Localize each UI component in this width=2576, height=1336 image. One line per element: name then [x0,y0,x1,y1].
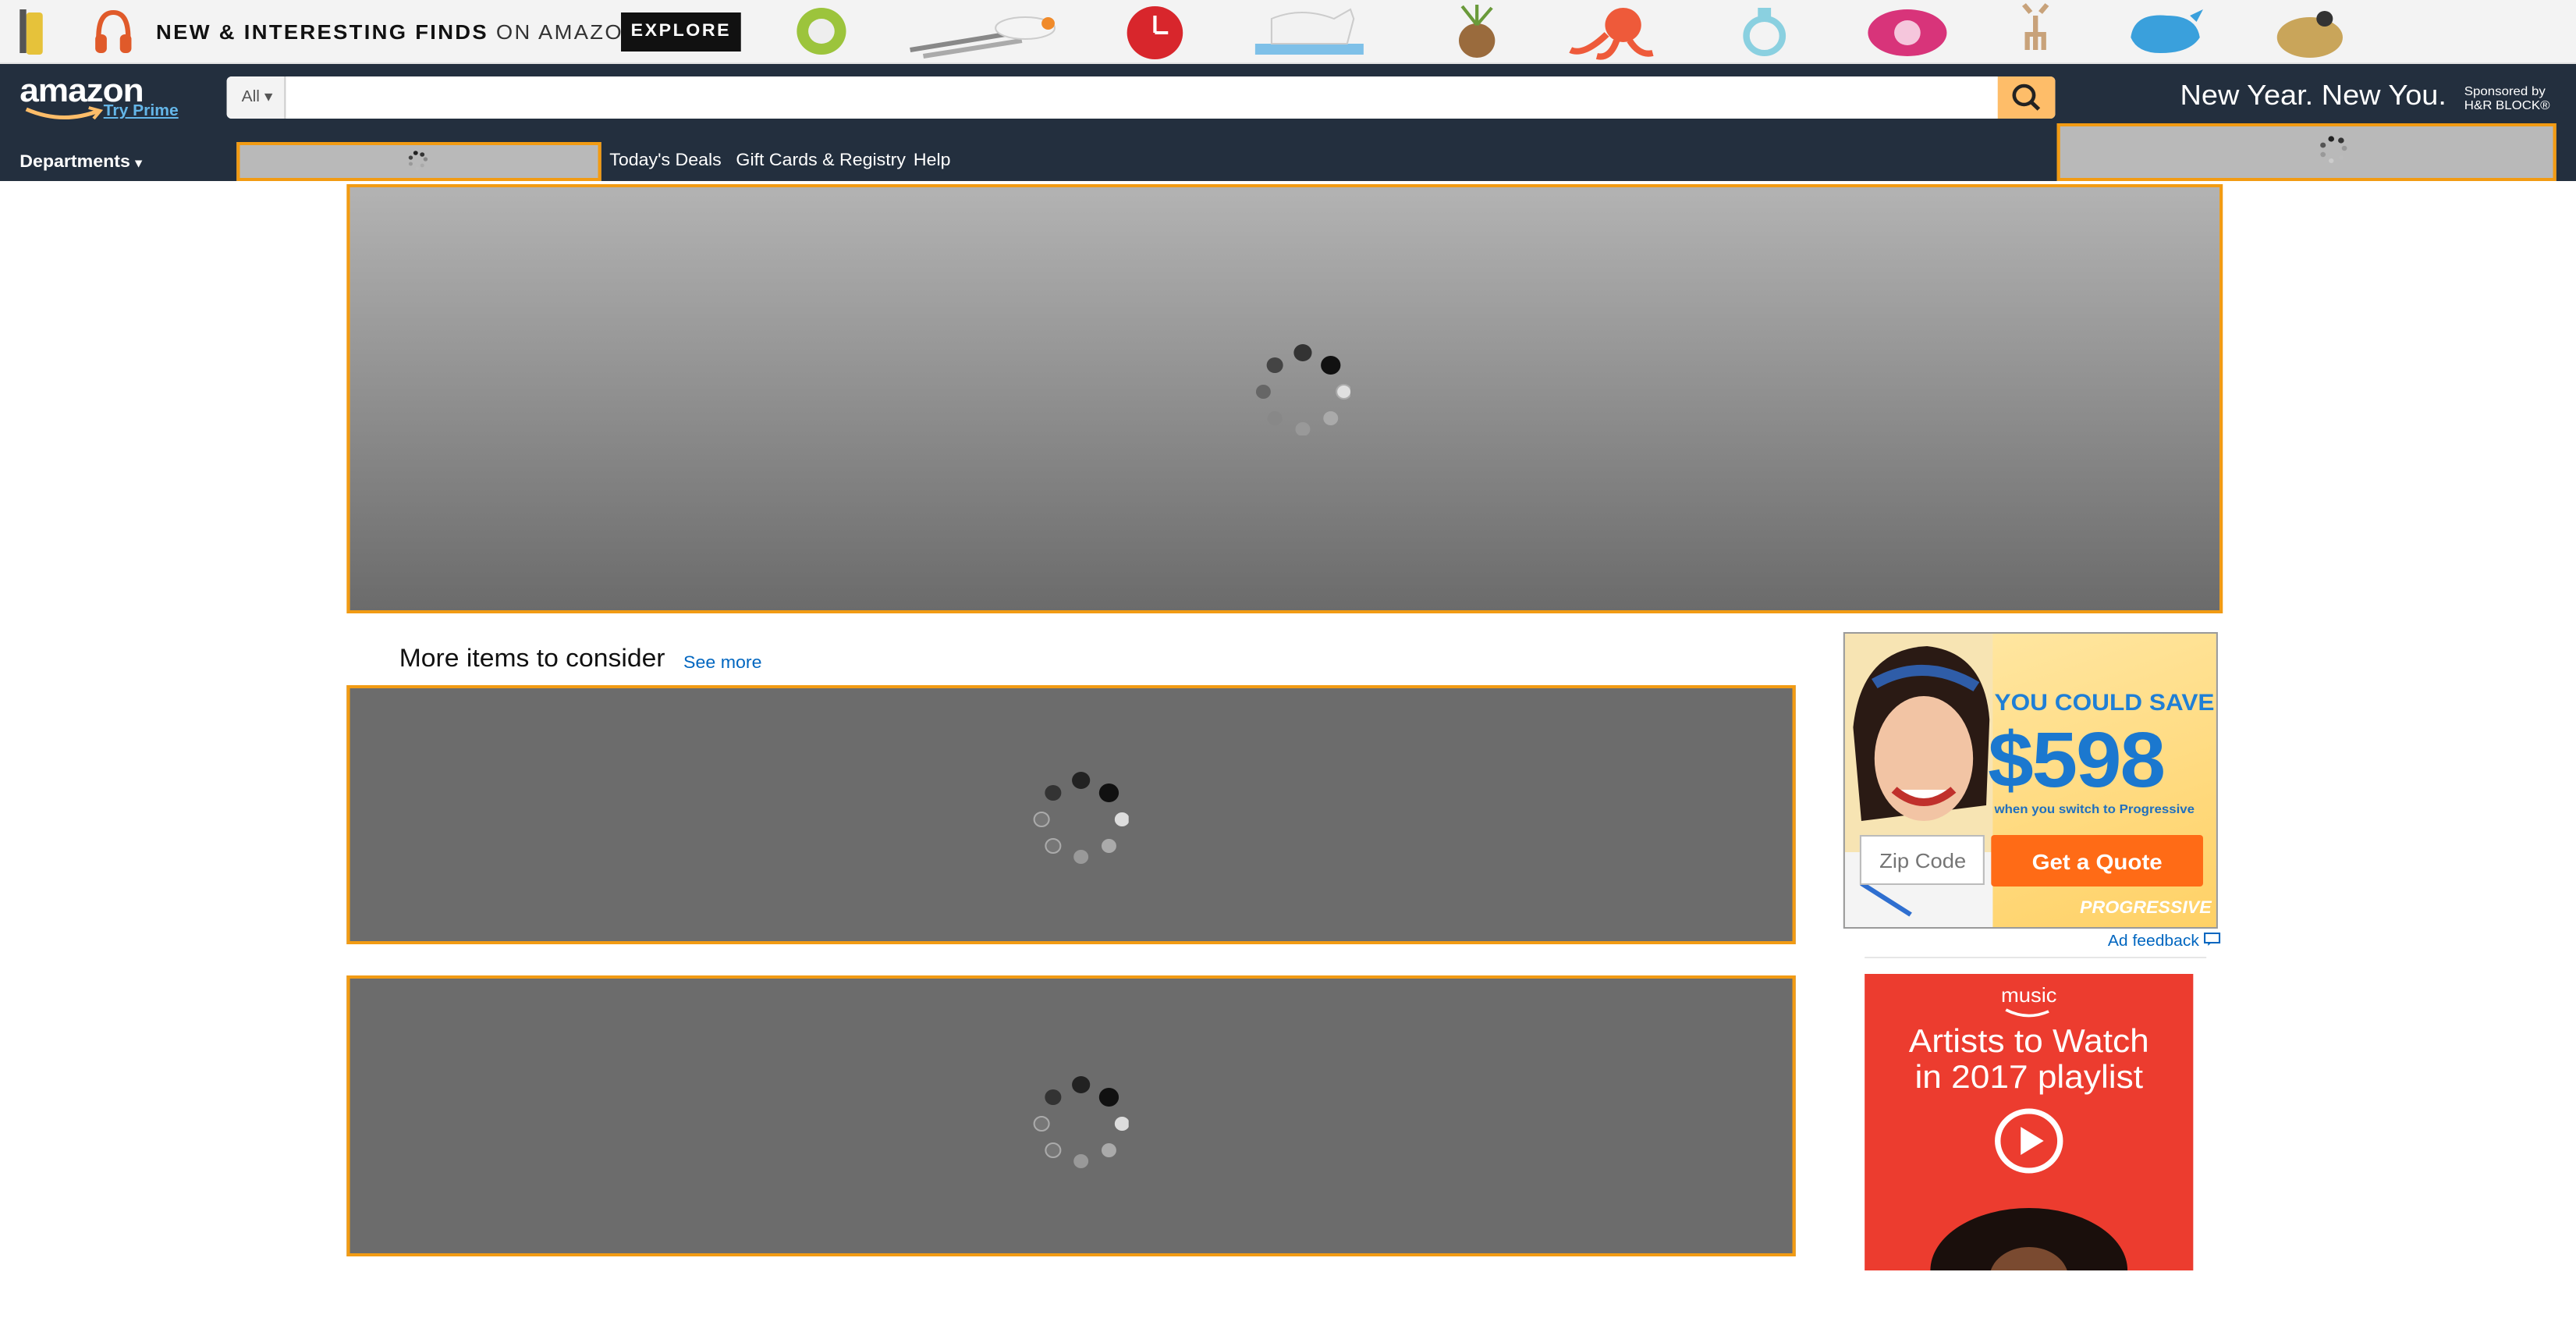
nav-subheader: Departments ▾ Today's Deals Gift Cards &… [0,123,2576,181]
promo-banner[interactable]: NEW & INTERESTING FINDS ON AMAZON EXPLOR… [0,0,2576,64]
play-icon[interactable] [1992,1107,2065,1175]
try-prime-link[interactable]: Try Prime [104,103,179,120]
octopus-toy-icon [1569,8,1654,60]
search-button[interactable] [1997,76,2056,119]
loading-spinner-icon [2320,136,2347,163]
loading-spinner-icon [1033,1076,1129,1168]
feedback-icon [2204,933,2221,946]
items-carousel-loading[interactable] [346,685,1796,944]
hero-carousel-loading[interactable] [346,184,2223,613]
nav-link-help[interactable]: Help [914,151,951,170]
wall-clock-icon [1127,6,1183,59]
section-title: More items to consider [399,646,665,673]
basket-icon [2276,11,2343,58]
search-input[interactable] [286,76,1998,119]
ring-icon [1743,8,1787,56]
explore-button[interactable]: EXPLORE [621,12,741,52]
ad-amount: $598 [1988,716,2166,804]
nav-header: amazon Try Prime All ▾ New Year. New You… [0,64,2576,133]
ad-headline: YOU COULD SAVE [1994,690,2215,716]
amazon-music-logo: music [2000,983,2057,1007]
nav-link-todays-deals[interactable]: Today's Deals [609,151,721,170]
bookend-icon [1254,8,1364,55]
zip-code-field[interactable] [1859,835,1985,885]
page: NEW & INTERESTING FINDS ON AMAZON EXPLOR… [0,0,2576,1336]
ad-feedback-link[interactable]: Ad feedback [2108,932,2222,950]
utensils-icon [910,16,1056,59]
smile-arrow-icon [25,106,104,120]
account-loading-slot [2056,123,2556,181]
smile-arrow-icon [2005,1008,2049,1018]
search-bar: All ▾ [226,76,2056,119]
music-playlist-ad[interactable]: music Artists to Watch in 2017 playlist [1865,974,2194,1270]
progressive-ad[interactable]: YOU COULD SAVE $598 when you switch to P… [1843,632,2218,929]
nav-loading-slot [236,142,601,181]
ad-subline: when you switch to Progressive [1994,802,2195,816]
shower-caddy-icon [20,9,43,55]
search-icon [2012,84,2041,111]
promo-tagline[interactable]: New Year. New You. [2180,80,2446,112]
deer-figurine-icon [2021,3,2049,50]
see-more-link[interactable]: See more [683,654,761,673]
loading-spinner-icon [1255,344,1351,435]
whale-toy-icon [2131,9,2203,53]
promo-headline: NEW & INTERESTING FINDS ON AMAZON [156,20,641,44]
artist-image [1930,1208,2128,1270]
headphones-icon [95,9,132,53]
music-title: Artists to Watch in 2017 playlist [1908,1024,2149,1096]
progressive-logo: PROGRESSIVE [2080,899,2212,918]
amazon-logo[interactable]: amazon Try Prime [20,72,184,125]
items-carousel-loading[interactable] [346,975,1796,1256]
divider [1865,957,2207,958]
sponsor-label: Sponsored by H&R BLOCK® [2464,84,2550,112]
departments-menu[interactable]: Departments ▾ [20,153,142,172]
search-category-dropdown[interactable]: All ▾ [226,76,286,119]
speaker-icon [1868,9,1947,56]
loading-spinner-icon [408,151,428,171]
nav-link-gift-cards[interactable]: Gift Cards & Registry [736,151,906,170]
get-quote-button[interactable]: Get a Quote [1991,835,2203,887]
basket-icon [1459,5,1496,58]
loading-spinner-icon [1033,772,1129,864]
planter-icon [797,8,846,55]
